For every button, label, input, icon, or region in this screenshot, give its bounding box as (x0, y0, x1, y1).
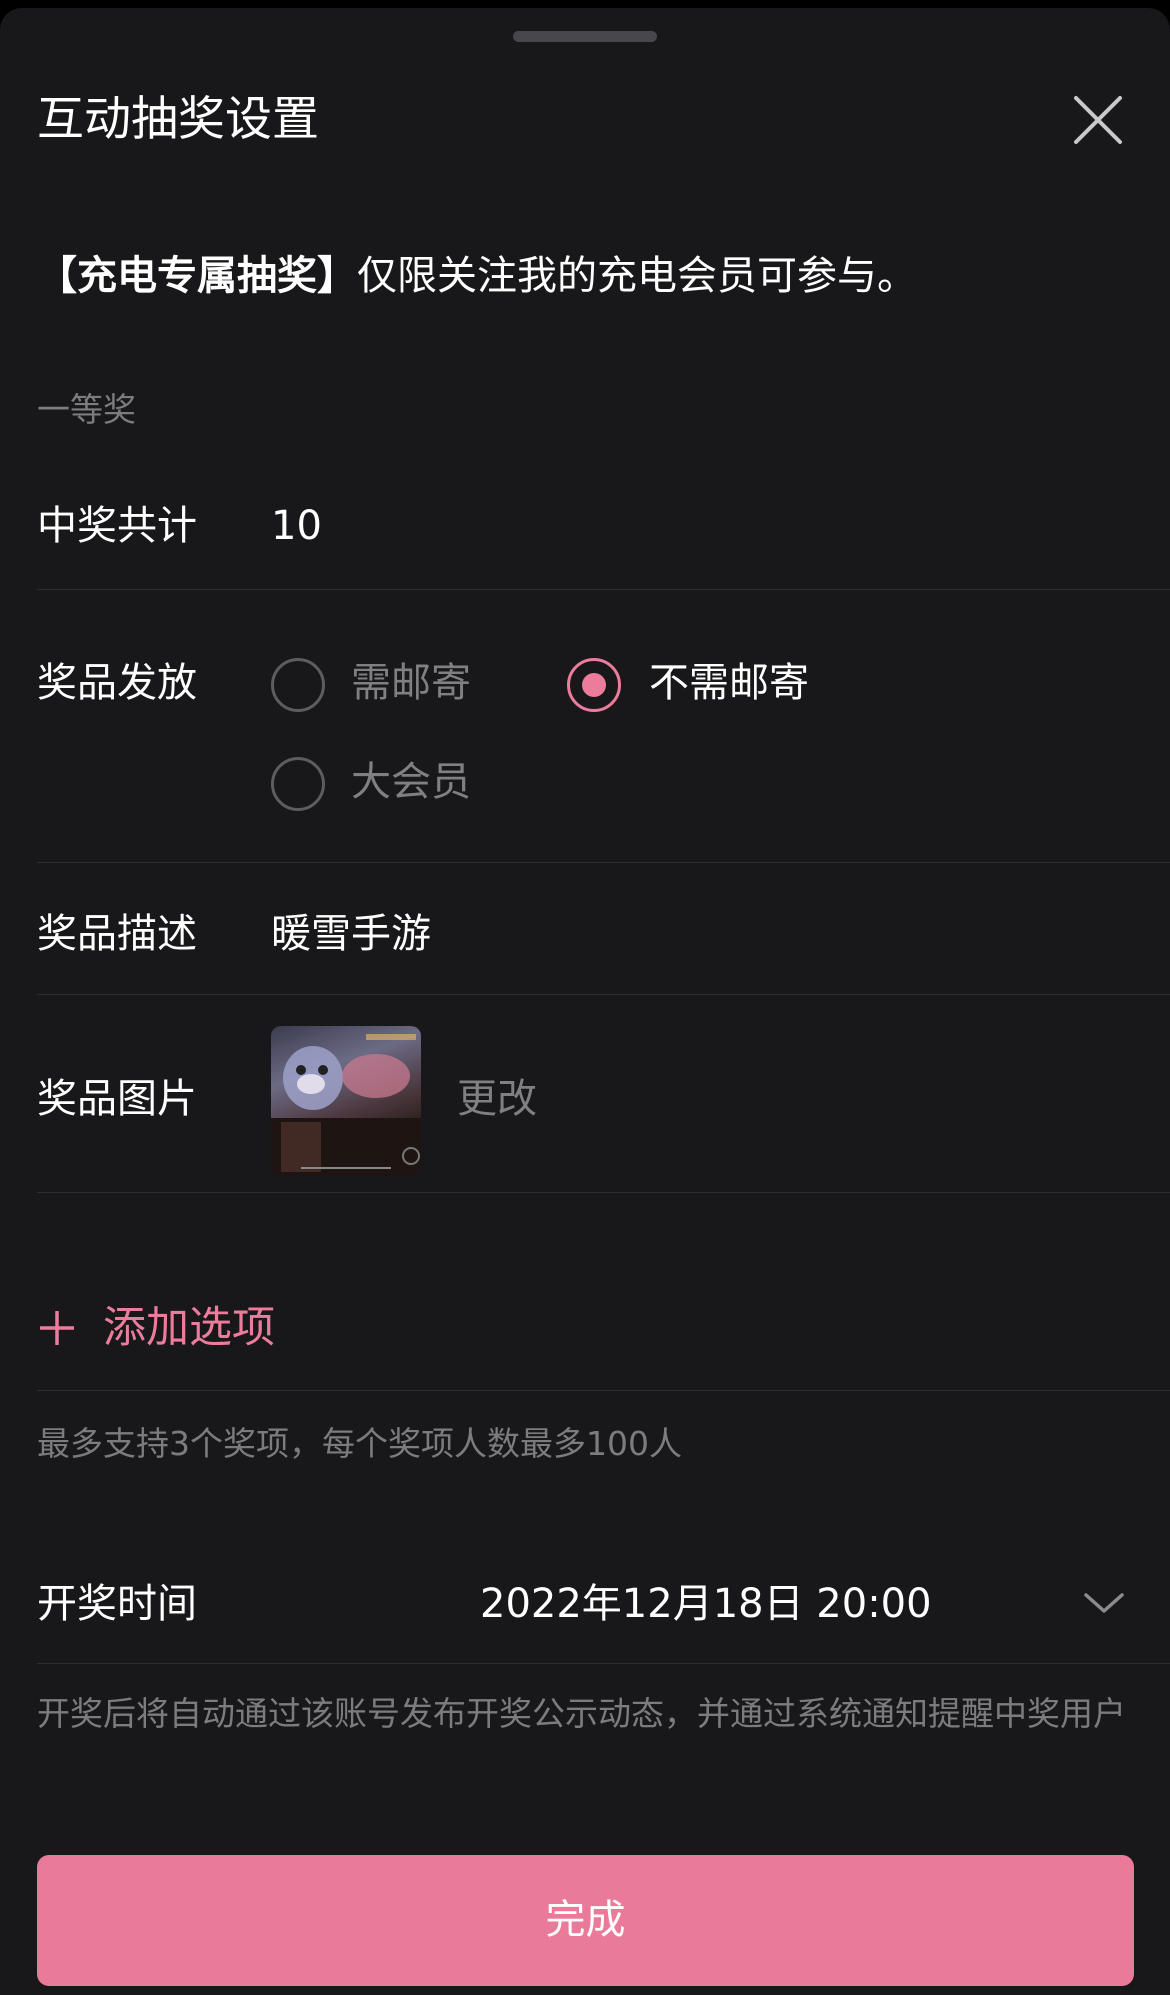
divider (37, 862, 1170, 863)
prize-tier-title: 一等奖 (37, 390, 136, 429)
prize-thumbnail[interactable] (271, 1026, 421, 1176)
divider (37, 1192, 1170, 1193)
notice-text: 仅限关注我的充电会员可参与。 (357, 253, 917, 299)
done-button[interactable]: 完成 (37, 1855, 1134, 1986)
divider (37, 1390, 1170, 1391)
description-input[interactable]: 暖雪手游 (271, 906, 431, 962)
draw-time-label: 开奖时间 (37, 1581, 197, 1627)
delivery-label: 奖品发放 (37, 660, 197, 706)
add-option-button[interactable]: 添加选项 (37, 1298, 275, 1361)
divider (37, 1663, 1170, 1664)
image-label: 奖品图片 (37, 1076, 197, 1122)
eligibility-notice: 【充电专属抽奖】仅限关注我的充电会员可参与。 (37, 248, 917, 304)
notice-highlight: 【充电专属抽奖】 (37, 253, 357, 299)
radio-mail-required[interactable] (271, 658, 325, 712)
option-no-mail-label[interactable]: 不需邮寄 (649, 655, 809, 711)
winner-count-input[interactable]: 10 (271, 498, 322, 554)
radio-no-mail[interactable] (567, 658, 621, 712)
description-label: 奖品描述 (37, 911, 197, 957)
winner-count-label: 中奖共计 (37, 503, 197, 549)
close-icon[interactable] (1070, 92, 1126, 148)
limit-hint: 最多支持3个奖项，每个奖项人数最多100人 (37, 1424, 682, 1463)
prize-thumbnail-art (271, 1034, 421, 1176)
sheet-title: 互动抽奖设置 (37, 92, 319, 147)
divider (37, 994, 1170, 995)
plus-icon (37, 1298, 85, 1361)
chevron-down-icon[interactable] (1082, 1583, 1126, 1623)
add-option-label: 添加选项 (103, 1303, 275, 1353)
option-mail-required-label[interactable]: 需邮寄 (351, 655, 471, 711)
divider (37, 589, 1170, 590)
lottery-settings-sheet: 互动抽奖设置 【充电专属抽奖】仅限关注我的充电会员可参与。 一等奖 中奖共计 1… (0, 8, 1170, 1995)
drag-handle[interactable] (513, 31, 657, 42)
option-vip-label[interactable]: 大会员 (351, 754, 471, 810)
draw-hint: 开奖后将自动通过该账号发布开奖公示动态，并通过系统通知提醒中奖用户 (37, 1694, 1126, 1733)
radio-vip[interactable] (271, 757, 325, 811)
draw-time-picker[interactable]: 2022年12月18日 20:00 (480, 1576, 932, 1632)
change-image-button[interactable]: 更改 (457, 1071, 537, 1127)
